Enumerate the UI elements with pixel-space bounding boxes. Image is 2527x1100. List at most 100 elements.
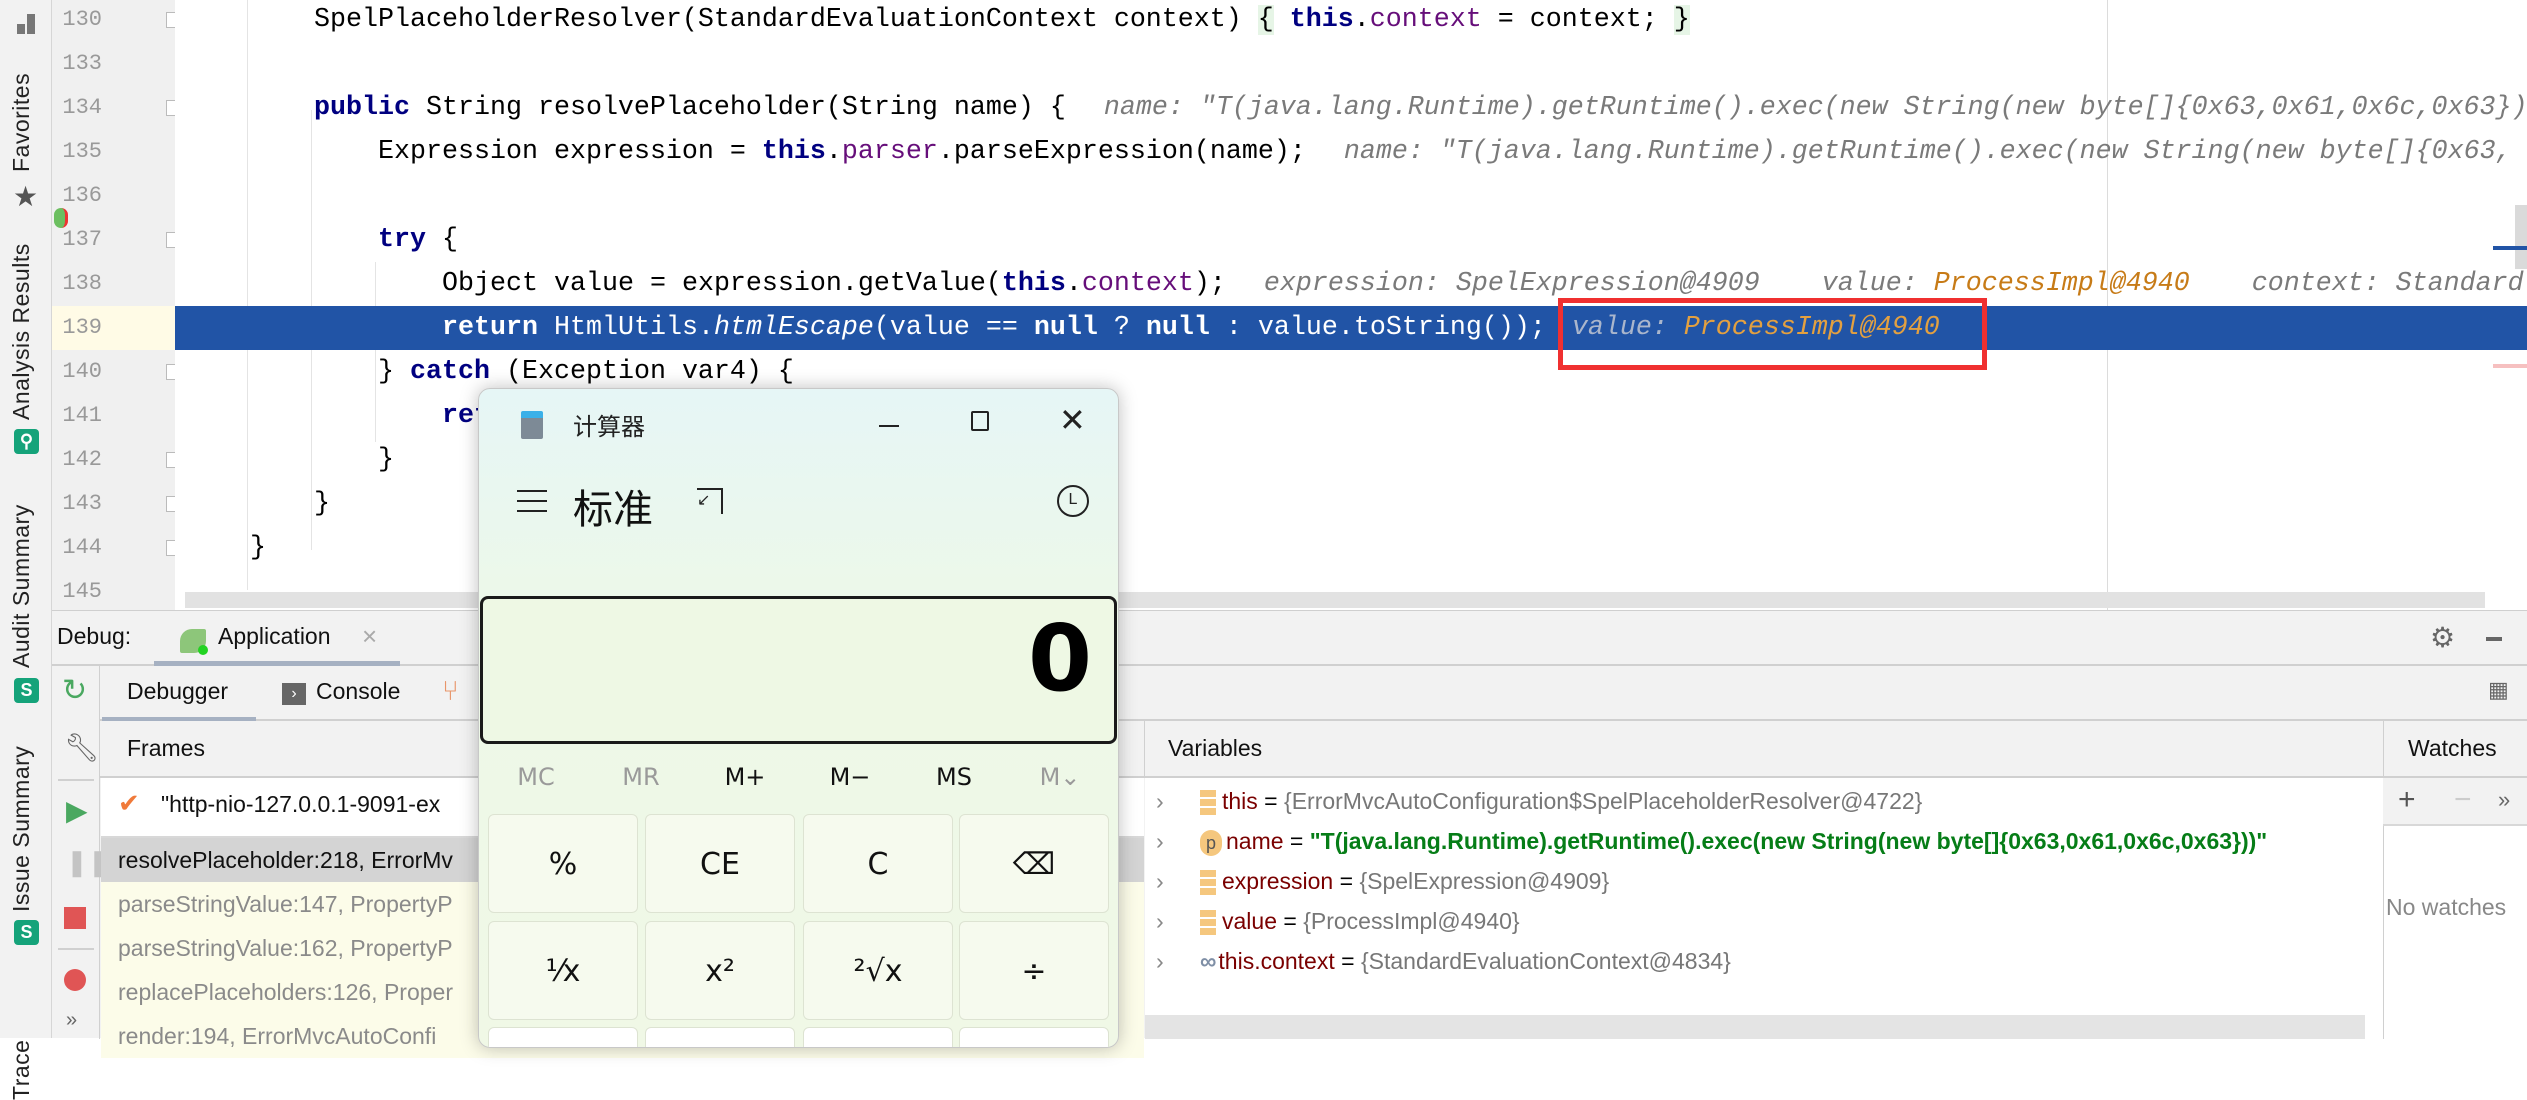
code-token: { bbox=[426, 225, 458, 255]
threads-icon[interactable]: ⑂ bbox=[442, 675, 459, 707]
history-icon[interactable]: L bbox=[1057, 485, 1089, 517]
code-token: this bbox=[761, 137, 826, 167]
thread-selector[interactable]: "http-nio-127.0.0.1-9091-ex bbox=[161, 791, 440, 818]
equals-sign: = bbox=[1257, 788, 1285, 814]
mute-breakpoints-icon[interactable] bbox=[64, 969, 86, 991]
code-token: return bbox=[442, 313, 538, 343]
issue-summary-tab[interactable]: Issue Summary bbox=[8, 746, 35, 912]
variable-row[interactable]: › ∞this.context = {StandardEvaluationCont… bbox=[1156, 941, 1731, 981]
calculator-key[interactable]: ⅟x bbox=[488, 921, 638, 1020]
code-line[interactable]: Object value = expression.getValue(this.… bbox=[175, 262, 2527, 306]
field-icon bbox=[1200, 909, 1216, 936]
audit-summary-tab[interactable]: Audit Summary bbox=[8, 504, 35, 668]
code-line[interactable]: SpelPlaceholderResolver(StandardEvaluati… bbox=[175, 0, 2527, 42]
hint-key: name: bbox=[1103, 93, 1200, 123]
settings-gear-icon[interactable]: ⚙ bbox=[2430, 621, 2455, 654]
code-token: : value.toString()); bbox=[1209, 313, 1546, 343]
variables-scrollbar[interactable] bbox=[1145, 1015, 2365, 1039]
expand-chevron-icon[interactable]: › bbox=[1156, 901, 1200, 941]
memory-button[interactable]: MC bbox=[496, 763, 576, 791]
memory-button[interactable]: M⌄ bbox=[1020, 763, 1100, 791]
memory-button[interactable]: MS bbox=[914, 763, 994, 791]
line-number: 130 bbox=[62, 7, 102, 32]
more-watches-icon[interactable]: » bbox=[2498, 787, 2510, 813]
variables-header: Variables bbox=[1168, 735, 1263, 761]
code-line[interactable]: return HtmlUtils.htmlEscape(value == nul… bbox=[175, 306, 2527, 350]
code-token: } bbox=[378, 357, 410, 387]
variable-row[interactable]: › expression = {SpelExpression@4909} bbox=[1156, 861, 1609, 901]
expand-chevron-icon[interactable]: › bbox=[1156, 781, 1200, 821]
close-button[interactable]: ✕ bbox=[1059, 401, 1086, 439]
expand-chevron-icon[interactable]: › bbox=[1156, 821, 1200, 861]
variable-row[interactable]: › value = {ProcessImpl@4940} bbox=[1156, 901, 1520, 941]
memory-button[interactable]: MR bbox=[601, 763, 681, 791]
code-line[interactable]: public String resolvePlaceholder(String … bbox=[175, 86, 2527, 130]
memory-button[interactable]: M− bbox=[810, 763, 890, 791]
analysis-results-tab[interactable]: Analysis Results bbox=[8, 243, 35, 420]
variable-row[interactable]: › p name = "T(java.lang.Runtime).getRuntim… bbox=[1156, 821, 2267, 861]
minimize-button[interactable] bbox=[879, 425, 899, 427]
stop-icon[interactable] bbox=[64, 907, 86, 929]
equals-sign: = bbox=[1276, 908, 1304, 934]
code-line[interactable] bbox=[175, 42, 2527, 86]
variable-row[interactable]: › this = {ErrorMvcAutoConfiguration$SpelP… bbox=[1156, 781, 1922, 821]
vertical-scrollbar-thumb[interactable] bbox=[2515, 205, 2527, 269]
minimize-panel-icon[interactable] bbox=[2486, 637, 2502, 641]
variable-name: this bbox=[1222, 788, 1258, 814]
code-token: context bbox=[1081, 269, 1194, 299]
line-number: 135 bbox=[62, 139, 102, 164]
resume-icon[interactable]: ▶ bbox=[66, 794, 88, 827]
audit-badge-icon: S bbox=[14, 678, 39, 703]
calculator-key[interactable]: ÷ bbox=[959, 921, 1109, 1020]
watches-header: Watches bbox=[2408, 735, 2497, 761]
calculator-key[interactable]: ⌫ bbox=[959, 814, 1109, 913]
code-token: . bbox=[1353, 5, 1370, 35]
code-line[interactable]: Expression expression = this.parser.pars… bbox=[175, 130, 2527, 174]
line-number: 134 bbox=[62, 95, 102, 120]
line-number: 138 bbox=[62, 271, 102, 296]
variable-name: name bbox=[1226, 828, 1284, 854]
variable-value: "T(java.lang.Runtime).getRuntime().exec(… bbox=[1309, 828, 2268, 854]
favorites-tab[interactable]: Favorites bbox=[8, 73, 35, 172]
layout-settings-icon[interactable]: ▦ bbox=[2488, 677, 2509, 703]
code-line[interactable] bbox=[175, 174, 2527, 218]
code-token: null bbox=[1145, 313, 1210, 343]
wrench-icon[interactable]: 🔧︎ bbox=[64, 731, 100, 764]
debug-tool-window: Debug: Application × ↻ 🔧︎ ▶ ❚❚ » Debugge… bbox=[52, 610, 2527, 1058]
breakpoint-implements-icon[interactable] bbox=[54, 208, 68, 228]
hint-value: ProcessImpl@4940 bbox=[1933, 269, 2190, 299]
close-session-icon[interactable]: × bbox=[362, 621, 377, 652]
navigation-menu-icon[interactable] bbox=[517, 490, 547, 512]
application-session-tab[interactable]: Application bbox=[218, 623, 331, 650]
memory-button[interactable]: M+ bbox=[705, 763, 785, 791]
remove-watch-icon[interactable]: − bbox=[2454, 783, 2472, 817]
code-token: (Exception var4) { bbox=[489, 357, 794, 387]
line-number: 139 bbox=[52, 306, 175, 350]
code-token: .parseExpression(name); bbox=[937, 137, 1306, 167]
trace-tab[interactable]: Trace bbox=[8, 1040, 35, 1100]
tab-console[interactable]: Console bbox=[316, 678, 400, 705]
variable-value: {SpelExpression@4909} bbox=[1359, 868, 1610, 894]
maximize-button[interactable] bbox=[971, 411, 989, 431]
code-token: null bbox=[1033, 313, 1098, 343]
add-watch-icon[interactable]: + bbox=[2398, 783, 2416, 817]
calculator-key[interactable]: % bbox=[488, 814, 638, 913]
tab-debugger[interactable]: Debugger bbox=[127, 678, 228, 705]
rerun-icon[interactable]: ↻ bbox=[62, 673, 87, 708]
keep-on-top-icon[interactable]: ↙ bbox=[697, 488, 723, 514]
calculator-mode: 标准 bbox=[573, 487, 653, 533]
code-token: HtmlUtils. bbox=[537, 313, 714, 343]
variable-value: {ErrorMvcAutoConfiguration$SpelPlacehold… bbox=[1284, 788, 1923, 814]
structure-icon[interactable] bbox=[17, 14, 35, 34]
more-icon[interactable]: » bbox=[66, 1009, 77, 1032]
expand-chevron-icon[interactable]: › bbox=[1156, 861, 1200, 901]
calculator-key[interactable]: C bbox=[803, 814, 953, 913]
code-line[interactable]: try { bbox=[175, 218, 2527, 262]
calculator-key[interactable]: x² bbox=[645, 921, 795, 1020]
calculator-key[interactable]: ²√x bbox=[803, 921, 953, 1020]
calculator-key[interactable]: CE bbox=[645, 814, 795, 913]
field-icon bbox=[1200, 869, 1216, 896]
hint-key: value: bbox=[1821, 269, 1934, 299]
expand-chevron-icon[interactable]: › bbox=[1156, 941, 1200, 981]
code-token: Expression expression = bbox=[378, 137, 762, 167]
